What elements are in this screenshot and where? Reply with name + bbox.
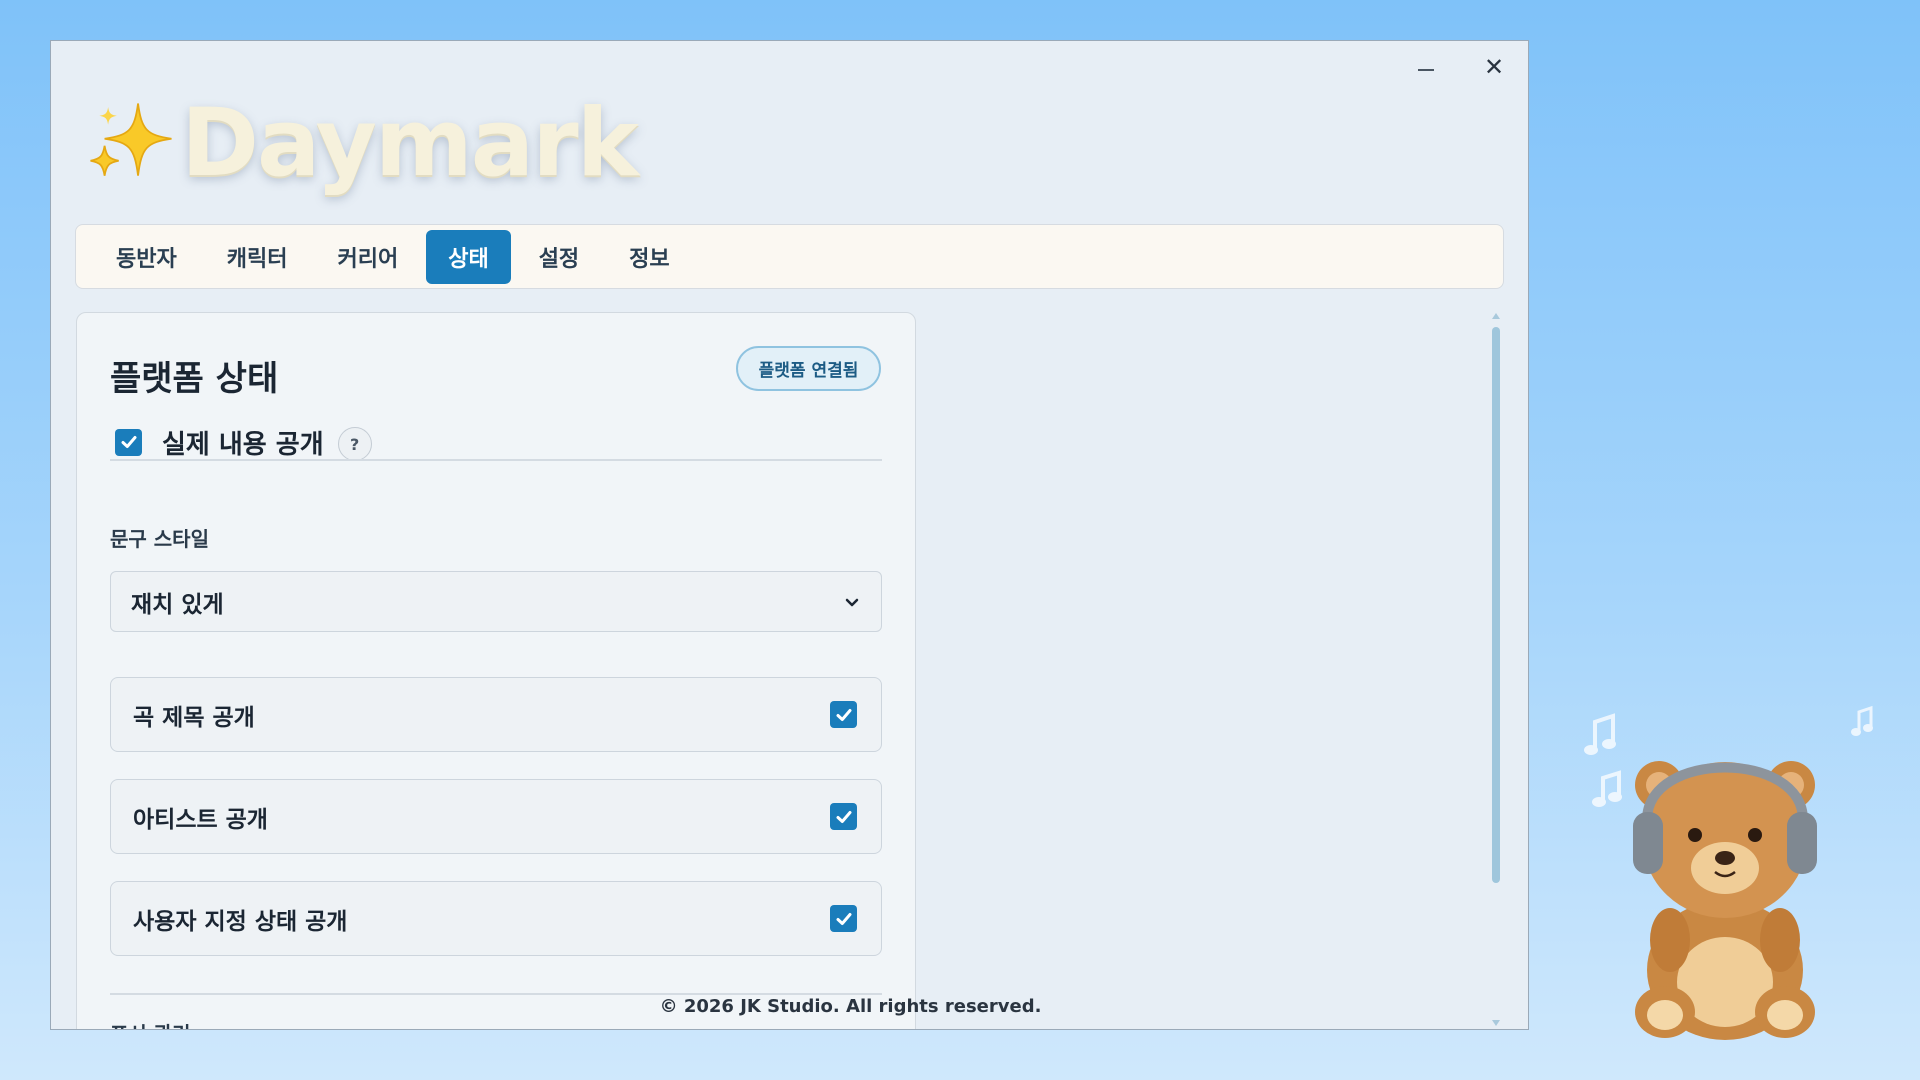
sparkle-icon [90,102,172,176]
reveal-content-label: 실제 내용 공개 [162,429,324,460]
minimize-icon [1418,69,1434,71]
divider [110,459,882,461]
chevron-down-icon [1492,1020,1500,1026]
tab-info[interactable]: 정보 [607,230,691,284]
tab-character[interactable]: 캐릭터 [205,230,310,284]
tab-status[interactable]: 상태 [426,229,511,284]
chevron-up-icon [1492,313,1500,319]
checkmark-icon [836,912,851,925]
close-button[interactable]: ✕ [1474,51,1514,83]
show-song-title-label: 곡 제목 공개 [133,704,255,731]
show-song-title-row[interactable]: 곡 제목 공개 [110,677,882,752]
tab-companion[interactable]: 동반자 [94,230,199,284]
platform-status-panel: 플랫폼 상태 플랫폼 연결됨 실제 내용 공개 ? 문구 스타일 재치 있게 곡… [76,312,916,1029]
tab-career[interactable]: 커리어 [315,230,420,284]
scroll-down-arrow[interactable] [1491,1020,1501,1028]
scrollbar[interactable] [1491,313,1501,1028]
show-artist-row[interactable]: 아티스트 공개 [110,779,882,854]
display-management-label: 표시 관리 [110,1018,191,1029]
reveal-content-checkbox[interactable] [115,428,142,456]
phrase-style-select[interactable]: 재치 있게 [110,571,882,632]
show-artist-label: 아티스트 공개 [133,806,268,833]
platform-connected-badge: 플랫폼 연결됨 [736,346,881,391]
app-window: ✕ Daymark 동반자 캐릭터 커리어 상태 설정 정보 플랫폼 상태 플랫… [50,40,1529,1030]
panel-title: 플랫폼 상태 [110,359,279,399]
scroll-thumb[interactable] [1492,327,1500,883]
show-custom-status-row[interactable]: 사용자 지정 상태 공개 [110,881,882,956]
show-custom-status-label: 사용자 지정 상태 공개 [133,908,348,935]
phrase-style-value: 재치 있게 [131,591,224,618]
show-song-title-checkbox[interactable] [830,701,857,728]
tab-settings[interactable]: 설정 [517,230,601,284]
scroll-up-arrow[interactable] [1491,313,1501,321]
reveal-content-row: 실제 내용 공개 ? [115,423,372,461]
phrase-style-label: 문구 스타일 [110,527,209,551]
tab-bar: 동반자 캐릭터 커리어 상태 설정 정보 [75,224,1504,289]
help-icon[interactable]: ? [337,427,372,461]
checkmark-icon [836,708,851,721]
copyright-footer: © 2026 JK Studio. All rights reserved. [659,996,1042,1017]
checkmark-icon [836,810,851,823]
chevron-down-icon [845,598,859,606]
app-title: Daymark [181,89,639,198]
show-custom-status-checkbox[interactable] [830,905,857,932]
app-logo: Daymark [87,89,639,198]
divider [110,993,882,995]
teddy-bear-headphones-icon [1584,705,1873,1040]
show-artist-checkbox[interactable] [830,803,857,830]
minimize-button[interactable] [1406,51,1446,83]
checkmark-icon [121,436,136,448]
close-icon: ✕ [1483,53,1505,81]
